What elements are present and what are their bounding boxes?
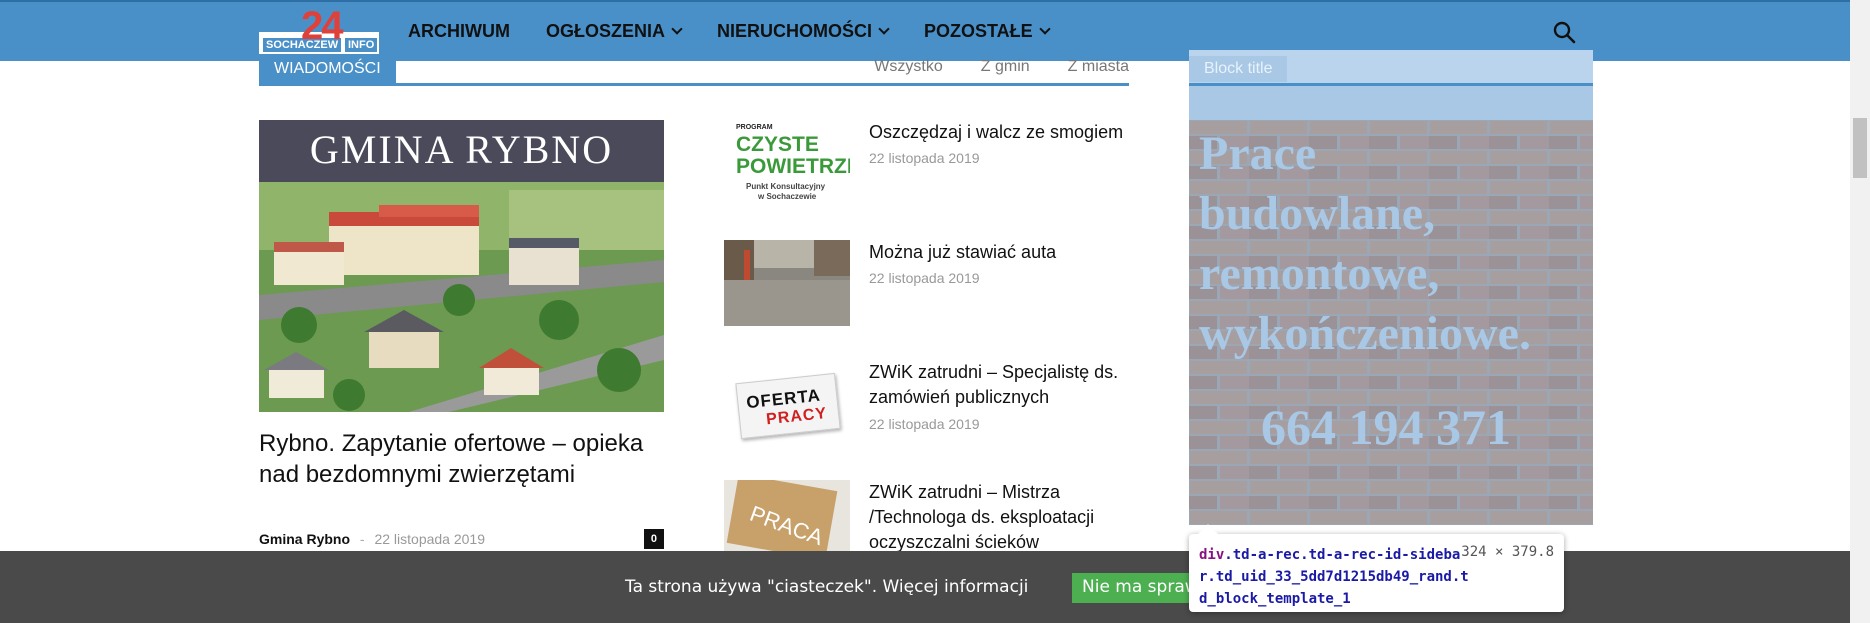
list-item-title[interactable]: ZWiK zatrudni – Specjalistę ds. zamówień… [869,360,1129,410]
list-item-date: 22 listopada 2019 [869,270,980,286]
image-caption: GMINA RYBNO [259,120,664,182]
main-article-image[interactable]: GMINA RYBNO [259,120,664,412]
main-article-meta: Gmina Rybno - 22 listopada 2019 0 [259,529,664,551]
menu-item-pozostale[interactable]: POZOSTAŁE [924,21,1051,42]
article-date: 22 listopada 2019 [374,531,486,547]
list-item-title[interactable]: ZWiK zatrudni – Mistrza /Technologa ds. … [869,480,1129,555]
thumb-text: Punkt Konsultacyjny [746,182,826,191]
section-filters: Wszystko Z gmin Z miasta [874,58,1129,76]
article-thumbnail: PROGRAM CZYSTE POWIETRZE Punkt Konsultac… [724,120,850,206]
article-thumbnail [724,240,850,326]
menu-item-ogloszenia[interactable]: OGŁOSZENIA [545,21,683,42]
menu-item-archiwum[interactable]: ARCHIWUM [408,21,510,42]
filter-municipalities[interactable]: Z gmin [981,58,1030,76]
cookie-accept-button[interactable]: Nie ma sprawy [1072,573,1202,603]
ad-line: budowlane, [1199,187,1436,240]
ad-line: Prace [1199,127,1317,180]
list-item[interactable]: OFERTA PRACY ZWiK zatrudni – Specjalistę… [724,360,1129,460]
chevron-down-icon [878,23,890,35]
chevron-down-icon [1039,23,1051,35]
ad-line: wykończeniowe. [1199,307,1531,360]
cookie-bar: Ta strona używa "ciasteczek". Więcej inf… [0,551,1850,623]
list-item-date: 22 listopada 2019 [869,416,980,432]
section-tag: WIADOMOŚCI [259,54,396,83]
site-logo[interactable]: SOCHACZEW INFO 24 [259,4,379,58]
menu-item-label: NIERUCHOMOŚCI [717,21,873,41]
tooltip-arrow [1198,524,1218,544]
thumb-text: PRACA [746,500,827,551]
thumb-text: POWIETRZE [736,155,850,178]
menu-item-nieruchomosci[interactable]: NIERUCHOMOŚCI [717,21,890,42]
list-item[interactable]: PROGRAM CZYSTE POWIETRZE Punkt Konsultac… [724,120,1129,220]
list-item[interactable]: Można już stawiać auta 22 listopada 2019 [724,240,1129,340]
news-section-header: WIADOMOŚCI Wszystko Z gmin Z miasta [259,54,1129,86]
thumb-text: w Sochaczewie [758,192,817,201]
parking-photo [724,240,850,326]
devtools-element-tooltip: div.td-a-rec.td-a-rec-id-sidebar.td_uid_… [1189,524,1564,612]
comment-count-badge[interactable]: 0 [643,529,664,549]
sidebar-block-header: Block title [1189,50,1593,86]
element-size: 324 × 379.8 [1461,544,1554,560]
ad-phone: 664 194 371 [1261,399,1511,455]
ad-line: remontowe, [1199,247,1440,300]
main-article-title[interactable]: Rybno. Zapytanie ofertowe – opieka nad b… [259,428,664,490]
thumb-text: PROGRAM [736,124,773,131]
menu-item-label: OGŁOSZENIA [545,21,665,41]
element-classes: .td-a-rec.td-a-rec-id-sidebar.td_uid_33_… [1199,547,1469,607]
sidebar-highlight [1189,86,1593,120]
job-sign: PRACA [726,480,838,561]
menu-item-label: POZOSTAŁE [924,21,1033,41]
cookie-text[interactable]: Ta strona używa "ciasteczek". Więcej inf… [625,577,1028,597]
element-selector: div.td-a-rec.td-a-rec-id-sidebar.td_uid_… [1199,544,1469,610]
logo-text-right: INFO [345,38,378,52]
sidebar-ad[interactable]: Prace budowlane, remontowe, wykończeniow… [1189,120,1593,525]
logo-number: 24 [301,4,343,48]
element-tag: div [1199,547,1225,563]
filter-all[interactable]: Wszystko [874,58,942,76]
page-scrollbar[interactable] [1850,0,1870,623]
chevron-down-icon [671,23,683,35]
article-thumbnail: OFERTA PRACY [724,360,850,446]
list-item-title[interactable]: Można już stawiać auta [869,240,1129,265]
menu-item-label: ARCHIWUM [408,21,510,41]
list-item-title[interactable]: Oszczędzaj i walcz ze smogiem [869,120,1129,145]
filter-city[interactable]: Z miasta [1068,58,1129,76]
article-author[interactable]: Gmina Rybno [259,531,350,547]
job-offer-sign: OFERTA PRACY [735,372,841,440]
block-title: Block title [1189,56,1288,82]
thumb-text: CZYSTE [736,133,819,156]
ad-headline: Prace budowlane, remontowe, wykończeniow… [1199,124,1531,364]
list-item-date: 22 listopada 2019 [869,150,980,166]
main-menu: ARCHIWUM OGŁOSZENIA NIERUCHOMOŚCI POZOST… [408,21,1051,42]
meta-separator: - [359,531,365,547]
search-icon[interactable] [1552,20,1576,44]
scrollbar-thumb[interactable] [1853,118,1867,178]
